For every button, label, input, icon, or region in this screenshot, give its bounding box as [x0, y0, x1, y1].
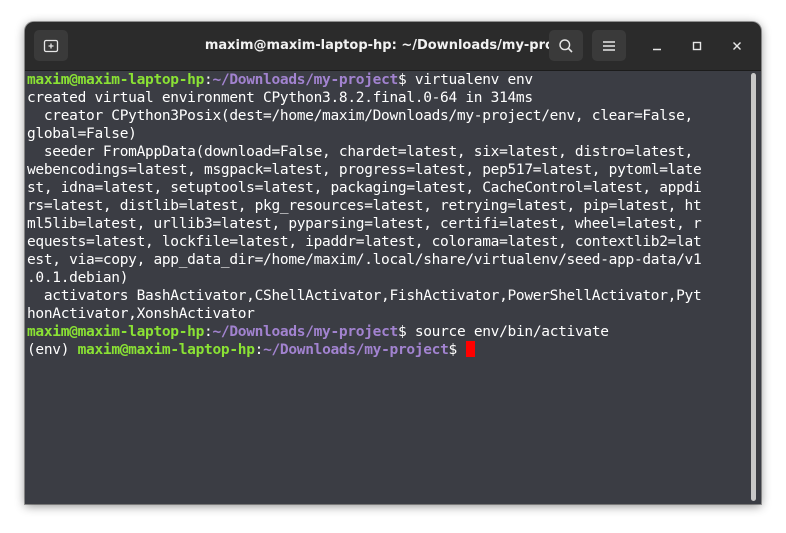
hamburger-menu-icon	[602, 39, 616, 53]
search-icon	[558, 38, 574, 54]
output-line: honActivator,XonshActivator	[27, 306, 255, 322]
output-line: global=False)	[27, 126, 137, 142]
minimize-icon	[652, 41, 662, 51]
terminal-text: maxim@maxim-laptop-hp:~/Downloads/my-pro…	[25, 71, 747, 359]
terminal-output[interactable]: maxim@maxim-laptop-hp:~/Downloads/my-pro…	[25, 71, 747, 504]
new-tab-button[interactable]	[34, 30, 68, 61]
maximize-button[interactable]	[685, 34, 709, 58]
minimize-button[interactable]	[645, 34, 669, 58]
output-line: st, idna=latest, setuptools=latest, pack…	[27, 180, 702, 196]
prompt-end: $	[448, 342, 466, 358]
prompt-path: ~/Downloads/my-project	[212, 72, 398, 88]
search-button[interactable]	[549, 30, 583, 61]
prompt-line-1: maxim@maxim-laptop-hp:~/Downloads/my-pro…	[27, 72, 533, 88]
prompt-separator: :	[254, 342, 264, 358]
venv-prefix: (env)	[27, 342, 78, 358]
text-cursor	[466, 341, 476, 357]
title-bar[interactable]: maxim@maxim-laptop-hp: ~/Downloads/my-pr…	[25, 22, 761, 71]
output-line: created virtual environment CPython3.8.2…	[27, 90, 533, 106]
output-line: equests=latest, lockfile=latest, ipaddr=…	[27, 234, 702, 250]
output-line: ml5lib=latest, urllib3=latest, pyparsing…	[27, 216, 702, 232]
command-virtualenv: virtualenv env	[414, 72, 533, 88]
prompt-end: $	[397, 324, 415, 340]
output-line: activators BashActivator,CShellActivator…	[27, 288, 702, 304]
prompt-user: maxim@maxim-laptop-hp	[77, 342, 255, 358]
prompt-line-3: (env) maxim@maxim-laptop-hp:~/Downloads/…	[27, 341, 476, 358]
output-line: webencodings=latest, msgpack=latest, pro…	[27, 162, 702, 178]
output-line: rs=latest, distlib=latest, pkg_resources…	[27, 198, 702, 214]
vertical-scrollbar[interactable]	[747, 71, 761, 504]
close-icon	[732, 41, 742, 51]
terminal-window: maxim@maxim-laptop-hp: ~/Downloads/my-pr…	[25, 22, 761, 504]
output-line: seeder FromAppData(download=False, chard…	[27, 144, 693, 160]
new-tab-icon	[43, 38, 59, 54]
command-source: source env/bin/activate	[414, 324, 609, 340]
output-line: .0.1.debian)	[27, 270, 129, 286]
output-line: creator CPython3Posix(dest=/home/maxim/D…	[27, 108, 693, 124]
output-line: est, via=copy, app_data_dir=/home/maxim/…	[27, 252, 702, 268]
scrollbar-thumb[interactable]	[751, 73, 756, 501]
prompt-end: $	[397, 72, 415, 88]
close-button[interactable]	[725, 34, 749, 58]
menu-button[interactable]	[592, 30, 626, 61]
maximize-icon	[692, 41, 702, 51]
prompt-path: ~/Downloads/my-project	[212, 324, 398, 340]
prompt-path: ~/Downloads/my-project	[263, 342, 449, 358]
prompt-user: maxim@maxim-laptop-hp	[27, 324, 205, 340]
prompt-user: maxim@maxim-laptop-hp	[27, 72, 205, 88]
prompt-line-2: maxim@maxim-laptop-hp:~/Downloads/my-pro…	[27, 324, 609, 340]
